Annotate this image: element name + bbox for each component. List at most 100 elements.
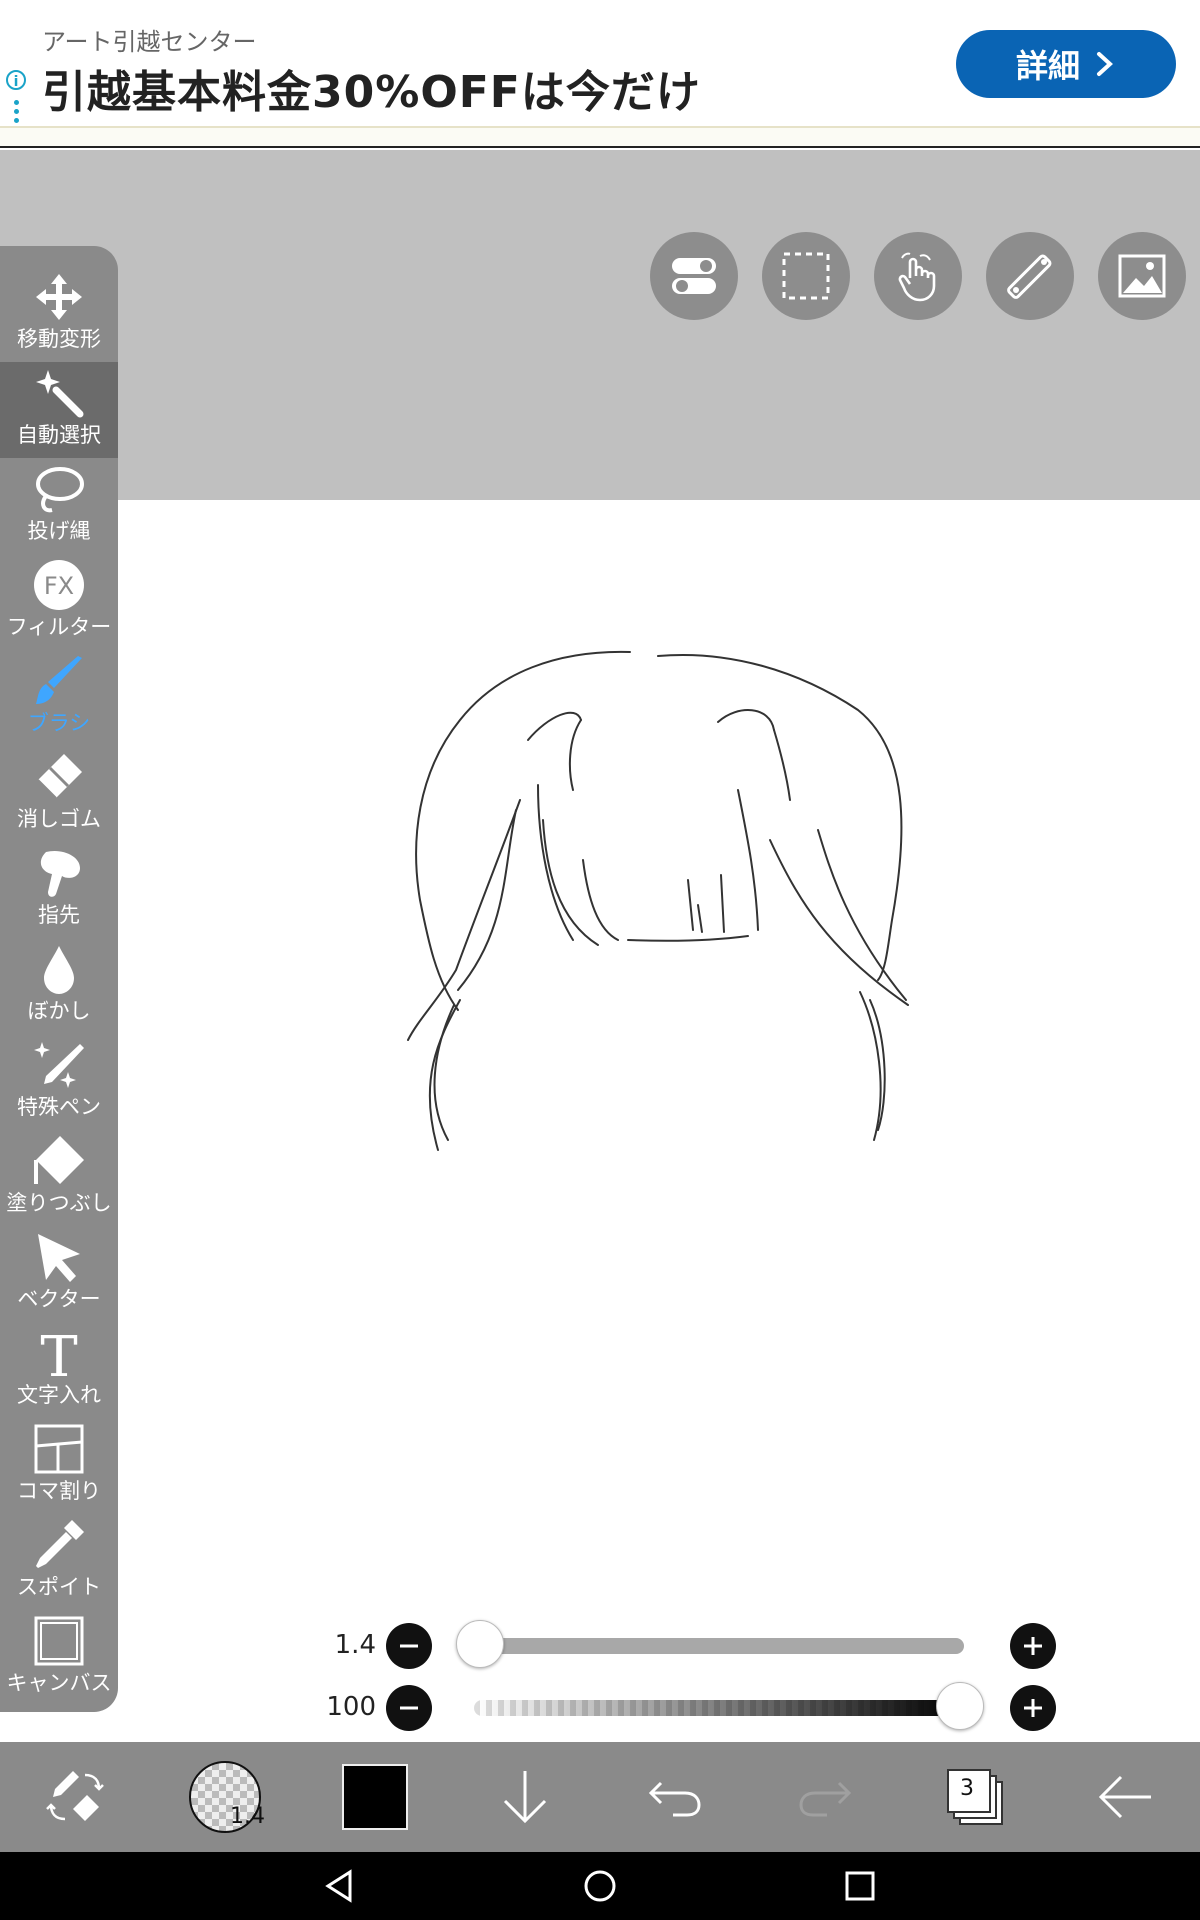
- size-increase-button[interactable]: [1010, 1623, 1056, 1669]
- undo-icon: [648, 1781, 701, 1817]
- hand-button[interactable]: [874, 232, 962, 320]
- tool-lasso[interactable]: 投げ縄: [0, 458, 118, 554]
- layers-icon: 3: [947, 1769, 1003, 1825]
- selection-button[interactable]: [762, 232, 850, 320]
- magic-wand-icon: [36, 370, 84, 418]
- tool-label: スポイト: [17, 1575, 101, 1599]
- tool-filter[interactable]: FX フィルター: [0, 554, 118, 650]
- tool-eyedropper[interactable]: スポイト: [0, 1514, 118, 1610]
- tool-label: 特殊ペン: [17, 1095, 101, 1119]
- tool-finger[interactable]: 指先: [0, 842, 118, 938]
- tool-label: 指先: [38, 903, 80, 927]
- redo-icon: [799, 1781, 852, 1817]
- tool-label: 塗りつぶし: [6, 1191, 112, 1215]
- image-icon: [1118, 254, 1166, 298]
- fill-icon: [34, 1136, 84, 1184]
- hand-icon: [898, 252, 936, 302]
- blur-drop-icon: [44, 946, 74, 994]
- tool-label: 投げ縄: [27, 519, 91, 543]
- save-down-button[interactable]: [480, 1752, 570, 1842]
- nav-back-icon[interactable]: [320, 1866, 360, 1906]
- size-decrease-button[interactable]: [386, 1623, 432, 1669]
- brush-size-slider-row: 1.4: [320, 1620, 1060, 1670]
- arrow-left-icon: [1098, 1775, 1151, 1819]
- redo-button[interactable]: [780, 1752, 870, 1842]
- size-slider-track[interactable]: [474, 1638, 964, 1654]
- tool-eraser[interactable]: 消しゴム: [0, 746, 118, 842]
- bottom-action-bar: 1.4 3: [0, 1742, 1200, 1852]
- size-slider-knob[interactable]: [456, 1620, 504, 1668]
- tool-label: コマ割り: [17, 1479, 101, 1503]
- tool-label: 文字入れ: [17, 1383, 101, 1407]
- text-icon: T: [40, 1326, 77, 1380]
- brush-size-button[interactable]: 1.4: [180, 1752, 270, 1842]
- layers-button[interactable]: 3: [930, 1752, 1020, 1842]
- tool-panel[interactable]: コマ割り: [0, 1418, 118, 1514]
- system-navigation-bar: [0, 1852, 1200, 1920]
- current-color-swatch: [342, 1764, 408, 1830]
- brush-size-value: 1.4: [334, 1630, 376, 1660]
- vector-arrow-icon: [38, 1234, 80, 1282]
- ad-details-button[interactable]: 詳細: [956, 30, 1176, 98]
- tool-label: 消しゴム: [17, 807, 101, 831]
- ad-advertiser: アート引越センター: [42, 28, 257, 56]
- finger-icon: [40, 850, 80, 897]
- swap-brush-eraser-button[interactable]: [30, 1752, 120, 1842]
- selection-icon: [782, 252, 830, 300]
- tool-label: 自動選択: [17, 423, 101, 447]
- info-icon[interactable]: i: [6, 70, 26, 90]
- color-picker-button[interactable]: [330, 1752, 420, 1842]
- fx-icon: FX: [34, 560, 84, 610]
- special-pen-icon: [34, 1042, 84, 1088]
- tool-auto-select[interactable]: 自動選択: [0, 362, 118, 458]
- lasso-icon: [36, 467, 84, 513]
- tool-label: フィルター: [6, 615, 112, 639]
- ruler-icon: [1007, 254, 1052, 299]
- tool-canvas[interactable]: キャンバス: [0, 1610, 118, 1706]
- tool-label: 移動変形: [17, 327, 101, 351]
- chevron-right-icon: [1097, 52, 1113, 76]
- tool-fill[interactable]: 塗りつぶし: [0, 1130, 118, 1226]
- eraser-icon: [37, 754, 82, 799]
- ad-banner[interactable]: i アート引越センター 引越基本料金30%OFFは今だけ 詳細: [0, 0, 1200, 128]
- toggle-button[interactable]: [650, 232, 738, 320]
- tool-text[interactable]: T 文字入れ: [0, 1322, 118, 1418]
- canvas-icon: [34, 1616, 84, 1666]
- tool-palette: 移動変形 自動選択 投げ縄 FX フィルター ブラシ 消しゴム 指先 ぼかし 特…: [0, 246, 118, 1712]
- tool-special-pen[interactable]: 特殊ペン: [0, 1034, 118, 1130]
- plus-icon: [1024, 1637, 1042, 1655]
- panel-icon: [34, 1424, 84, 1474]
- svg-text:FX: FX: [44, 572, 74, 600]
- tool-label: ブラシ: [27, 711, 91, 735]
- tool-move-transform[interactable]: 移動変形: [0, 266, 118, 362]
- swap-tool-icon: [46, 1771, 104, 1821]
- drawing-canvas[interactable]: [118, 500, 1200, 1740]
- opacity-slider-row: 100: [320, 1682, 1060, 1732]
- hair-sketch: [407, 650, 909, 1151]
- minus-icon: [400, 1706, 418, 1710]
- tool-vector[interactable]: ベクター: [0, 1226, 118, 1322]
- image-button[interactable]: [1098, 232, 1186, 320]
- minus-icon: [400, 1644, 418, 1648]
- opacity-value: 100: [326, 1692, 376, 1722]
- undo-button[interactable]: [630, 1752, 720, 1842]
- ad-separator: [0, 128, 1200, 148]
- opacity-decrease-button[interactable]: [386, 1685, 432, 1731]
- toggle-icon: [672, 258, 716, 294]
- ruler-button[interactable]: [986, 232, 1074, 320]
- tool-brush[interactable]: ブラシ: [0, 650, 118, 746]
- opacity-slider-knob[interactable]: [936, 1682, 984, 1730]
- ad-details-label: 詳細: [1015, 47, 1080, 85]
- opacity-increase-button[interactable]: [1010, 1685, 1056, 1731]
- nav-home-icon[interactable]: [580, 1866, 620, 1906]
- more-options-icon[interactable]: [14, 100, 19, 127]
- tool-blur[interactable]: ぼかし: [0, 938, 118, 1034]
- back-button[interactable]: [1080, 1752, 1170, 1842]
- arrow-down-icon: [503, 1771, 547, 1824]
- plus-icon: [1024, 1699, 1042, 1717]
- layer-count: 3: [960, 1776, 974, 1801]
- nav-recents-icon[interactable]: [840, 1866, 880, 1906]
- opacity-slider-track[interactable]: [474, 1700, 964, 1716]
- eyedropper-icon: [36, 1520, 84, 1568]
- brush-size-label: 1.4: [230, 1804, 265, 1829]
